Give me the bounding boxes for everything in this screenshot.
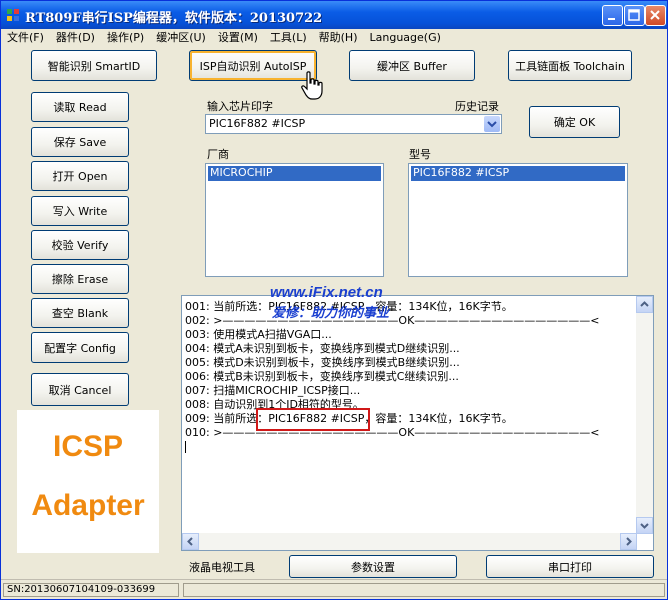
chevron-down-icon: [487, 121, 497, 128]
menu-language[interactable]: Language(G): [364, 29, 447, 47]
scroll-down-button[interactable]: [636, 517, 653, 534]
chip-input-value: PIC16F882 #ICSP: [209, 117, 306, 130]
menu-buffer[interactable]: 缓冲区(U): [150, 29, 212, 47]
scroll-right-button[interactable]: [620, 533, 637, 550]
cancel-button[interactable]: 取消 Cancel: [31, 373, 129, 406]
vendor-label: 厂商: [207, 148, 229, 161]
model-list[interactable]: PIC16F882 #ICSP: [408, 163, 628, 277]
log-vertical-scrollbar[interactable]: [636, 296, 653, 534]
chevron-right-icon: [626, 537, 632, 546]
log-line: 010: >————————————————OK————————————————…: [185, 426, 600, 439]
menu-tools[interactable]: 工具(L): [264, 29, 313, 47]
config-button[interactable]: 配置字 Config: [31, 332, 129, 363]
serial-number: SN:20130607104109-033699: [3, 583, 179, 597]
buffer-button[interactable]: 缓冲区 Buffer: [349, 50, 475, 81]
scroll-up-button[interactable]: [636, 296, 653, 313]
verify-button[interactable]: 校验 Verify: [31, 230, 129, 260]
auto-isp-button[interactable]: ISP自动识别 AutoISP: [189, 50, 317, 81]
chevron-left-icon: [187, 537, 193, 546]
log-horizontal-scrollbar[interactable]: [182, 533, 637, 550]
params-button[interactable]: 参数设置: [289, 555, 457, 578]
menu-operation[interactable]: 操作(P): [101, 29, 150, 47]
toolchain-button[interactable]: 工具链面板 Toolchain: [508, 50, 632, 81]
chip-ok-button[interactable]: 确定 OK: [529, 106, 620, 138]
erase-button[interactable]: 擦除 Erase: [31, 264, 129, 294]
vendor-list[interactable]: MICROCHIP: [205, 163, 384, 277]
log-line: 005: 模式D未识别到板卡，变换线序到模式B继续识别...: [185, 356, 460, 369]
minimize-icon: [608, 18, 615, 20]
serial-print-button[interactable]: 串口打印: [486, 555, 654, 578]
model-label: 型号: [409, 148, 431, 161]
menu-settings[interactable]: 设置(M): [212, 29, 264, 47]
status-bar: SN:20130607104109-033699: [1, 579, 667, 599]
menu-bar: 文件(F) 器件(D) 操作(P) 缓冲区(U) 设置(M) 工具(L) 帮助(H) Lang…: [1, 29, 667, 47]
maximize-icon: [628, 9, 640, 21]
model-list-item[interactable]: PIC16F882 #ICSP: [411, 166, 625, 181]
close-button[interactable]: [645, 5, 666, 26]
adapter-line2: Adapter: [31, 489, 145, 522]
highlight-box: [256, 408, 370, 431]
log-line: 004: 模式A未识别到板卡，变换线序到模式D继续识别...: [185, 342, 460, 355]
history-label: 历史记录: [455, 100, 499, 113]
title-bar[interactable]: RT809F串行ISP编程器，软件版本：20130722: [1, 1, 667, 29]
menu-file[interactable]: 文件(F): [1, 29, 50, 47]
chip-input-label: 输入芯片印字: [207, 100, 273, 113]
open-button[interactable]: 打开 Open: [31, 161, 129, 191]
close-icon: [650, 10, 660, 20]
scroll-left-button[interactable]: [182, 533, 199, 550]
log-line: 003: 使用模式A扫描VGA口...: [185, 328, 332, 341]
watermark-url: www.iFix.net.cn: [270, 284, 383, 301]
log-line: 002: >————————————————OK————————————————…: [185, 314, 600, 327]
menu-help[interactable]: 帮助(H): [313, 29, 364, 47]
log-panel[interactable]: 001: 当前所选：PIC16F882 #ICSP，容量：134K位，16K字节…: [181, 295, 654, 551]
chevron-up-icon: [640, 301, 649, 307]
icsp-adapter-image: ICSP Adapter: [17, 410, 159, 553]
save-button[interactable]: 保存 Save: [31, 127, 129, 157]
chip-input-combo[interactable]: PIC16F882 #ICSP: [205, 114, 502, 134]
maximize-button[interactable]: [624, 5, 645, 26]
smart-id-button[interactable]: 智能识别 SmartID: [31, 50, 157, 81]
blank-button[interactable]: 查空 Blank: [31, 298, 129, 328]
lcd-tool-label: 液晶电视工具: [189, 561, 255, 574]
minimize-button[interactable]: [602, 5, 623, 26]
main-window: RT809F串行ISP编程器，软件版本：20130722 文件(F) 器件(D) 操…: [0, 0, 668, 600]
read-button[interactable]: 读取 Read: [31, 92, 129, 122]
chevron-down-icon: [640, 523, 649, 529]
vendor-list-item[interactable]: MICROCHIP: [208, 166, 381, 181]
adapter-line1: ICSP: [52, 430, 124, 463]
hand-cursor-icon: [301, 71, 323, 100]
log-line: 006: 模式B未识别到板卡，变换线序到模式C继续识别...: [185, 370, 459, 383]
status-pane: [183, 583, 665, 597]
app-icon: [7, 9, 19, 21]
text-caret: [185, 441, 186, 453]
window-title: RT809F串行ISP编程器，软件版本：20130722: [25, 11, 323, 26]
log-line: 007: 扫描MICROCHIP_ICSP接口...: [185, 384, 361, 397]
watermark-slogan: 爱修：助力你的事业: [272, 305, 390, 320]
history-dropdown-button[interactable]: [484, 116, 500, 132]
write-button[interactable]: 写入 Write: [31, 196, 129, 226]
menu-device[interactable]: 器件(D): [50, 29, 101, 47]
